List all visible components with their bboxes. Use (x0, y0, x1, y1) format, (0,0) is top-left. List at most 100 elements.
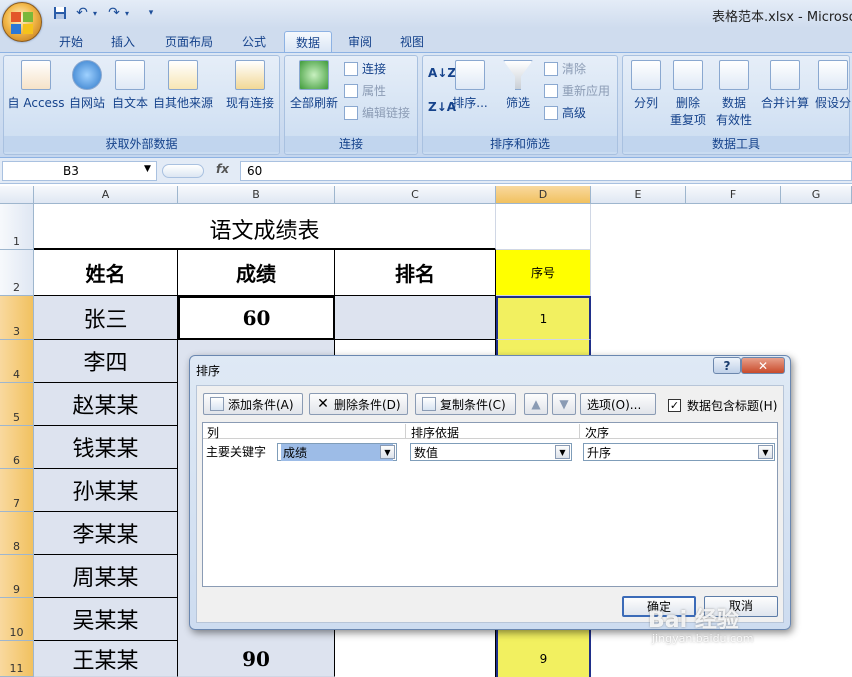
from-web-button[interactable]: 自网站 (67, 60, 107, 111)
cell-name[interactable]: 孙某某 (34, 469, 178, 512)
text-to-columns-button[interactable]: 分列 (628, 60, 664, 111)
copy-level-button[interactable]: 复制条件(C) (415, 393, 516, 415)
move-down-button[interactable]: ▼ (552, 393, 576, 415)
watermark-url: jingyan.baidu.com (652, 632, 754, 645)
group-label: 排序和筛选 (423, 136, 617, 152)
sort-by-dropdown[interactable]: 成绩 ▼ (277, 443, 397, 461)
column-header-a[interactable]: A (34, 186, 178, 204)
row-header-3[interactable]: 3 (0, 296, 34, 340)
from-text-button[interactable]: 自文本 (110, 60, 150, 111)
tab-formulas[interactable]: 公式 (234, 31, 274, 52)
existing-connections-button[interactable]: 现有连接 (224, 60, 276, 111)
column-header-g[interactable]: G (781, 186, 852, 204)
undo-dropdown-icon[interactable]: ▾ (90, 4, 100, 22)
dropdown-arrow-icon: ▼ (380, 445, 395, 459)
column-header-col: 列 (207, 426, 220, 440)
row-header-1[interactable]: 1 (0, 204, 34, 250)
row-header-10[interactable]: 10 (0, 598, 34, 641)
header-cell-rank[interactable]: 排名 (335, 250, 496, 296)
from-access-button[interactable]: 自 Access (6, 60, 66, 111)
formula-input[interactable]: 60 (240, 161, 852, 181)
sheet-title-cell[interactable]: 语文成绩表 (34, 204, 496, 250)
tab-view[interactable]: 视图 (392, 31, 432, 52)
redo-dropdown-icon[interactable]: ▾ (122, 4, 132, 22)
options-button[interactable]: 选项(O)... (580, 393, 656, 415)
cell-score-selected[interactable]: 60 (178, 296, 335, 340)
order-dropdown[interactable]: 升序 ▼ (583, 443, 775, 461)
edit-links-icon (344, 105, 358, 120)
connections-button[interactable]: 连接 (344, 60, 386, 77)
undo-icon[interactable]: ↶ (72, 4, 92, 22)
add-level-button[interactable]: 添加条件(A) (203, 393, 303, 415)
copy-icon (422, 397, 436, 411)
name-box-dropdown-icon[interactable]: ▼ (144, 164, 151, 174)
help-button[interactable]: ? (713, 357, 741, 374)
filter-button[interactable]: 筛选 (500, 60, 536, 111)
cell-serial[interactable]: 9 (498, 641, 589, 677)
dropdown-arrow-icon: ▼ (758, 445, 773, 459)
column-header-b[interactable]: B (178, 186, 335, 204)
cell-score[interactable]: 90 (178, 641, 335, 677)
cell-serial[interactable]: 1 (496, 296, 591, 340)
row-header-11[interactable]: 11 (0, 641, 34, 677)
row-header-8[interactable]: 8 (0, 512, 34, 555)
has-headers-checkbox[interactable]: ✓ 数据包含标题(H) (668, 397, 777, 414)
row-header-5[interactable]: 5 (0, 383, 34, 426)
cell-name[interactable]: 钱某某 (34, 426, 178, 469)
cell-name[interactable]: 李四 (34, 340, 178, 383)
properties-button[interactable]: 属性 (344, 82, 386, 99)
refresh-all-button[interactable]: 全部刷新 (288, 60, 340, 111)
delete-level-button[interactable]: ✕ 删除条件(D) (309, 393, 408, 415)
advanced-filter-button[interactable]: 高级 (544, 104, 586, 121)
formula-bar-grip[interactable] (162, 164, 204, 178)
cell-name[interactable]: 李某某 (34, 512, 178, 555)
close-button[interactable]: ✕ (741, 357, 785, 374)
insert-function-icon[interactable]: fx (216, 162, 229, 176)
cell-name[interactable]: 周某某 (34, 555, 178, 598)
cell-name[interactable]: 赵某某 (34, 383, 178, 426)
move-up-button[interactable]: ▲ (524, 393, 548, 415)
header-cell-name[interactable]: 姓名 (34, 250, 178, 296)
reapply-button[interactable]: 重新应用 (544, 82, 610, 99)
cell-name[interactable]: 王某某 (34, 641, 178, 677)
header-cell-score[interactable]: 成绩 (178, 250, 335, 296)
tab-review[interactable]: 审阅 (340, 31, 380, 52)
tab-page-layout[interactable]: 页面布局 (158, 31, 220, 52)
row-header-4[interactable]: 4 (0, 340, 34, 383)
clear-button[interactable]: 清除 (544, 60, 586, 77)
redo-icon[interactable]: ↷ (104, 4, 124, 22)
save-icon[interactable] (50, 4, 70, 22)
cell-d1[interactable] (496, 204, 591, 250)
tab-insert[interactable]: 插入 (104, 31, 142, 52)
edit-links-button[interactable]: 编辑链接 (344, 104, 410, 121)
group-label: 数据工具 (623, 136, 849, 152)
remove-duplicates-button[interactable]: 删除 重复项 (668, 60, 708, 128)
arrow-up-icon: ▲ (531, 397, 541, 411)
name-box[interactable]: B3 (2, 161, 157, 181)
access-icon (21, 60, 51, 90)
from-other-sources-button[interactable]: 自其他来源 (152, 60, 214, 111)
row-header-6[interactable]: 6 (0, 426, 34, 469)
sort-button[interactable]: 排序... (452, 60, 488, 111)
column-header-f[interactable]: F (686, 186, 781, 204)
column-header-d[interactable]: D (496, 186, 591, 204)
tab-data[interactable]: 数据 (284, 31, 332, 52)
sort-on-dropdown[interactable]: 数值 ▼ (410, 443, 572, 461)
office-button[interactable] (2, 2, 42, 42)
cell-name[interactable]: 吴某某 (34, 598, 178, 641)
tab-home[interactable]: 开始 (52, 31, 90, 52)
consolidate-button[interactable]: 合并计算 (760, 60, 810, 111)
what-if-analysis-button[interactable]: 假设分 (814, 60, 852, 111)
column-header-e[interactable]: E (591, 186, 686, 204)
row-header-2[interactable]: 2 (0, 250, 34, 296)
row-header-9[interactable]: 9 (0, 555, 34, 598)
customize-qat-icon[interactable]: ▾ (146, 4, 156, 22)
select-all-corner[interactable] (0, 186, 34, 204)
column-header-c[interactable]: C (335, 186, 496, 204)
data-validation-button[interactable]: 数据 有效性 (710, 60, 758, 128)
header-cell-serial[interactable]: 序号 (496, 250, 591, 296)
cell-name[interactable]: 张三 (34, 296, 178, 340)
text-to-columns-icon (631, 60, 661, 90)
row-header-7[interactable]: 7 (0, 469, 34, 512)
cell-rank[interactable] (335, 296, 496, 340)
